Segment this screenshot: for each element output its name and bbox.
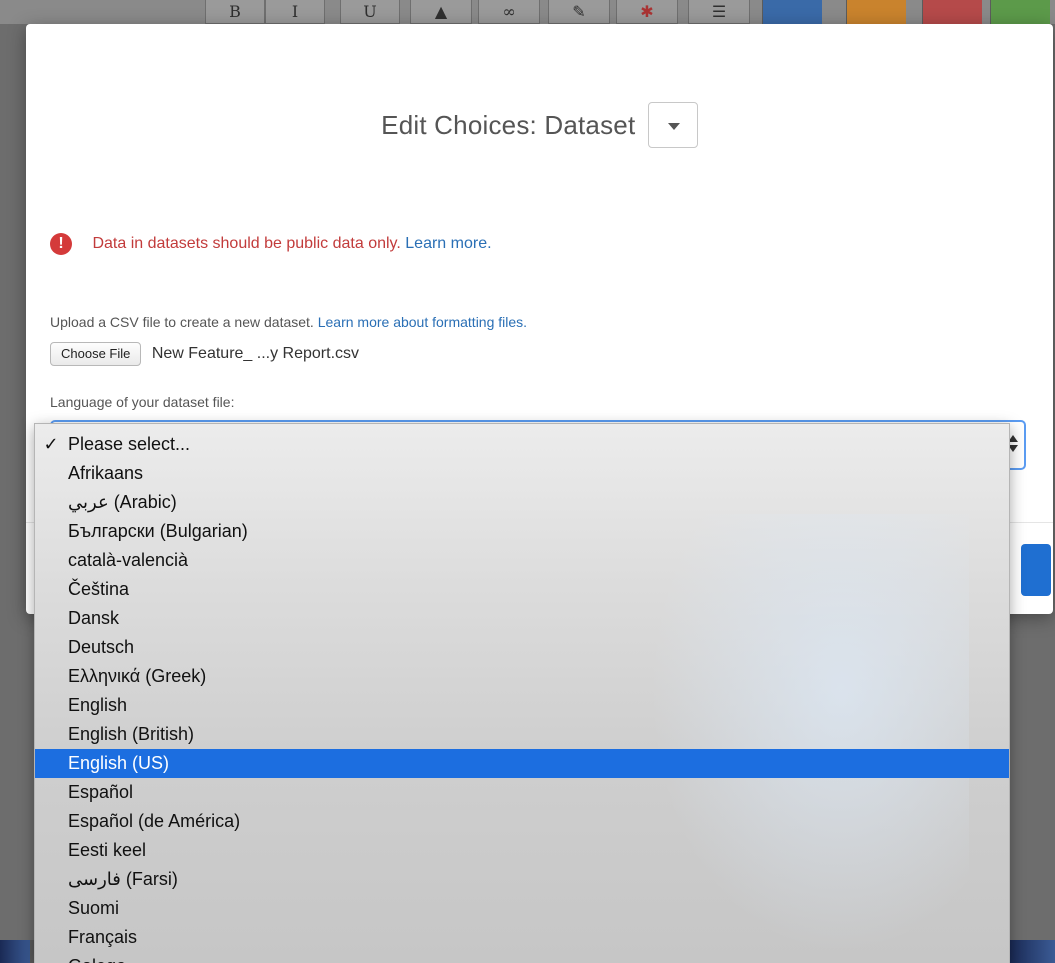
dropdown-option[interactable]: Български (Bulgarian) bbox=[35, 517, 1009, 546]
dropdown-option[interactable]: Eesti keel bbox=[35, 836, 1009, 865]
dropdown-option-label: Français bbox=[68, 927, 138, 947]
exclamation-circle-icon: ! bbox=[50, 232, 72, 255]
eraser-icon: ✎ bbox=[548, 0, 610, 24]
dropdown-option-label: Español (de América) bbox=[68, 811, 241, 831]
warning-learn-more-link[interactable]: Learn more. bbox=[405, 235, 491, 252]
checkmark-icon: ✓ bbox=[43, 434, 59, 454]
modal-title: Edit Choices: Dataset bbox=[381, 109, 636, 140]
dropdown-option[interactable]: Français bbox=[35, 923, 1009, 952]
dropdown-option[interactable]: Español bbox=[35, 778, 1009, 807]
dropdown-option[interactable]: English (British) bbox=[35, 720, 1009, 749]
dropdown-option[interactable]: Čeština bbox=[35, 575, 1009, 604]
background-thumbnail bbox=[1010, 940, 1055, 963]
underline-icon: U bbox=[340, 0, 400, 24]
title-dropdown-button[interactable] bbox=[647, 102, 698, 148]
asterisk-icon: ✱ bbox=[616, 0, 678, 24]
upload-help-text: Upload a CSV file to create a new datase… bbox=[50, 314, 314, 330]
dropdown-option[interactable]: فارسی (Farsi) bbox=[35, 865, 1009, 894]
dropdown-option-label: English bbox=[68, 695, 128, 715]
background-toolbar: B I U ▲ ∞ ✎ ✱ ☰ bbox=[0, 0, 1055, 24]
formatting-files-link[interactable]: Learn more about formatting files. bbox=[318, 314, 527, 330]
list-icon: ☰ bbox=[688, 0, 750, 24]
dropdown-option-label: عربي (Arabic) bbox=[68, 492, 177, 512]
upload-help: Upload a CSV file to create a new datase… bbox=[50, 314, 527, 330]
toolbar-color-button-3 bbox=[922, 0, 982, 24]
dropdown-option[interactable]: Ελληνικά (Greek) bbox=[35, 662, 1009, 691]
dropdown-option-label: English (British) bbox=[68, 724, 195, 744]
dropdown-option-label: Afrikaans bbox=[68, 463, 144, 483]
dropdown-option[interactable]: Dansk bbox=[35, 604, 1009, 633]
dropdown-option-label: català-valencià bbox=[68, 550, 189, 570]
dropdown-option-label: Español bbox=[68, 782, 134, 802]
dropdown-option-label: Eesti keel bbox=[68, 840, 147, 860]
caret-down-icon bbox=[667, 123, 680, 130]
image-icon: ▲ bbox=[410, 0, 472, 24]
dropdown-option[interactable]: Español (de América) bbox=[35, 807, 1009, 836]
dropdown-option-label: Deutsch bbox=[68, 637, 135, 657]
language-dropdown-list: ✓ Please select... Afrikaans عربي (Arabic) Б… bbox=[34, 423, 1010, 963]
dropdown-option[interactable]: English (US) bbox=[35, 749, 1009, 778]
dropdown-option-label: Български (Bulgarian) bbox=[68, 521, 248, 541]
dropdown-option-label: English (US) bbox=[68, 753, 170, 773]
dropdown-option[interactable]: ✓ Please select... bbox=[35, 430, 1009, 459]
dropdown-option[interactable]: català-valencià bbox=[35, 546, 1009, 575]
dropdown-option[interactable]: Galego bbox=[35, 952, 1009, 963]
modal-header: Edit Choices: Dataset bbox=[26, 102, 1053, 152]
dropdown-option-label: Čeština bbox=[68, 579, 130, 599]
dropdown-option-label: Ελληνικά (Greek) bbox=[68, 666, 207, 686]
dropdown-option[interactable]: Deutsch bbox=[35, 633, 1009, 662]
dropdown-option[interactable]: عربي (Arabic) bbox=[35, 488, 1009, 517]
primary-action-button[interactable] bbox=[1021, 544, 1051, 596]
public-data-warning: ! Data in datasets should be public data… bbox=[50, 230, 492, 258]
link-icon: ∞ bbox=[478, 0, 540, 24]
file-input: Choose File New Feature_ ...y Report.csv bbox=[50, 342, 359, 368]
background-thumbnail bbox=[0, 940, 30, 963]
selected-file-name: New Feature_ ...y Report.csv bbox=[151, 345, 360, 362]
dropdown-option[interactable]: Suomi bbox=[35, 894, 1009, 923]
choose-file-button[interactable]: Choose File bbox=[50, 342, 142, 366]
dropdown-option-label: فارسی (Farsi) bbox=[68, 869, 178, 889]
dropdown-option-label: Dansk bbox=[68, 608, 120, 628]
bold-icon: B bbox=[205, 0, 265, 24]
toolbar-color-button-2 bbox=[846, 0, 906, 24]
dropdown-option-label: Please select... bbox=[68, 434, 191, 454]
warning-text: Data in datasets should be public data o… bbox=[92, 235, 401, 252]
toolbar-color-button-1 bbox=[762, 0, 822, 24]
italic-icon: I bbox=[265, 0, 325, 24]
toolbar-color-button-4 bbox=[990, 0, 1050, 24]
dropdown-option-label: Galego bbox=[68, 956, 126, 963]
dropdown-option[interactable]: Afrikaans bbox=[35, 459, 1009, 488]
dropdown-option[interactable]: English bbox=[35, 691, 1009, 720]
language-label: Language of your dataset file: bbox=[50, 394, 235, 410]
dropdown-option-label: Suomi bbox=[68, 898, 120, 918]
